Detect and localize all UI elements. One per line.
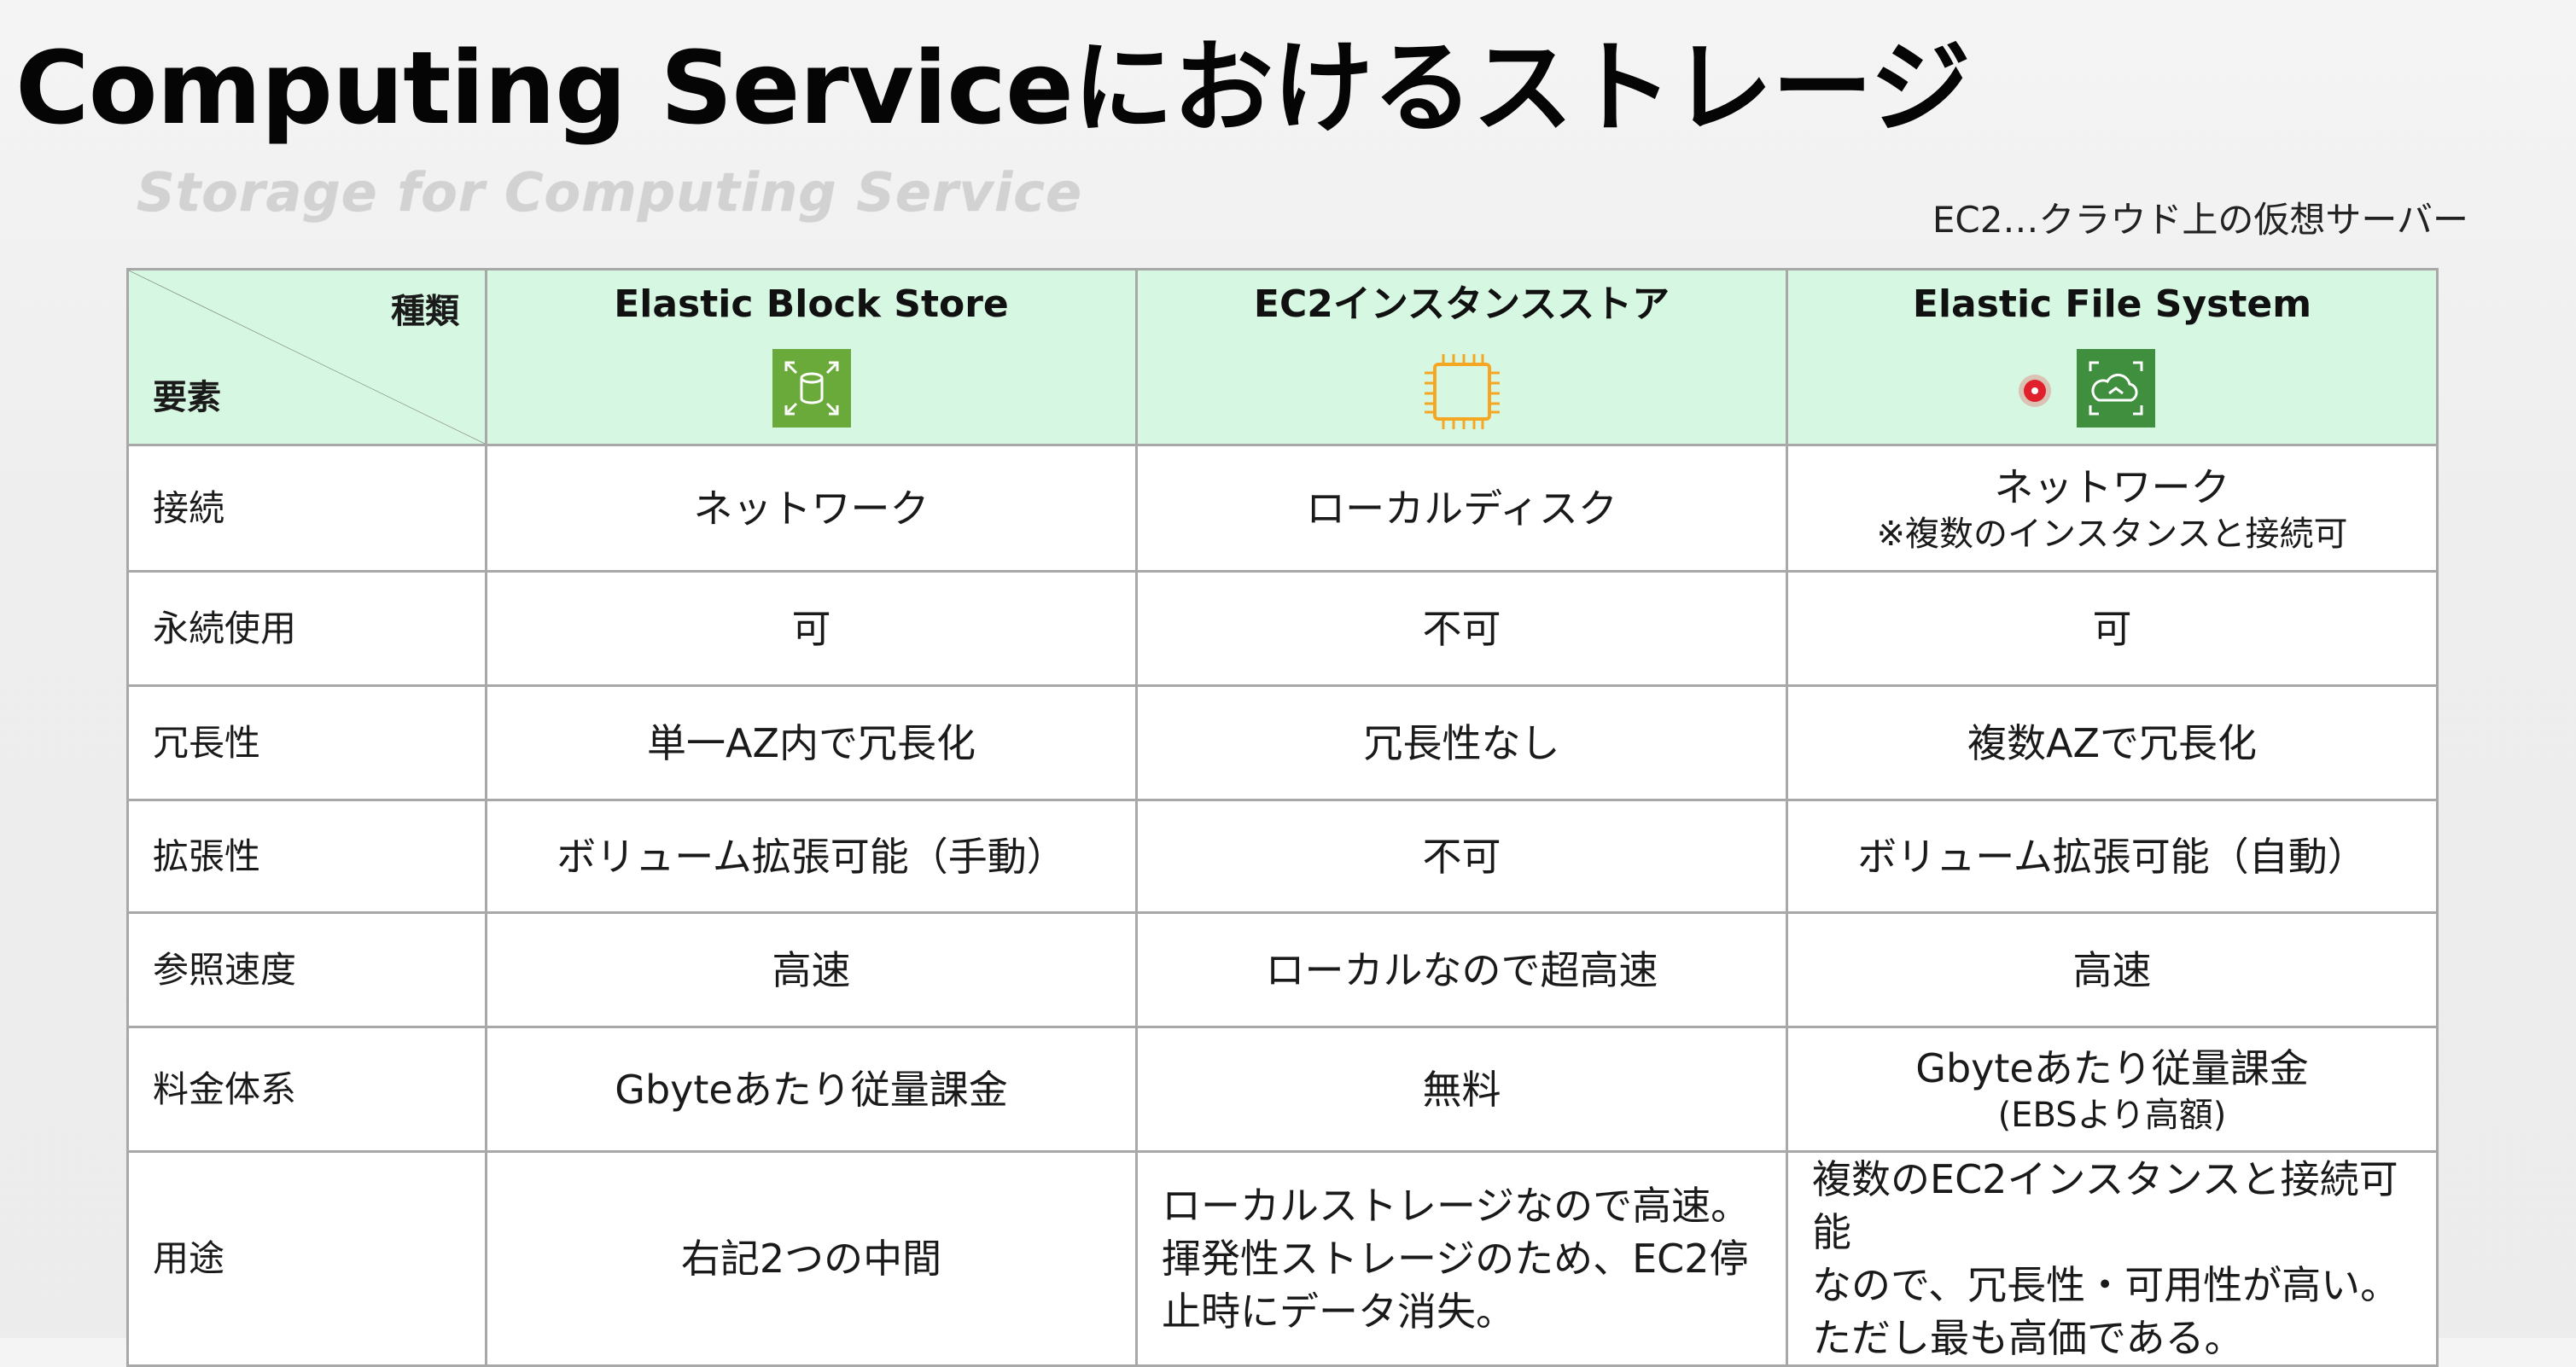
cell-line: ローカルストレージなので高速。 [1162,1183,1751,1229]
table-cell: 複数AZで冗長化 [1786,684,2439,801]
table-cell: 複数のEC2インスタンスと接続可能 なので、冗長性・可用性が高い。 ただし最も高… [1786,1150,2439,1367]
table-cell: ネットワーク ※複数のインスタンスと接続可 [1786,444,2439,573]
table-row: 用途 右記2つの中間 ローカルストレージなので高速。 揮発性ストレージのため、E… [126,1150,2439,1367]
table-row: 拡張性 ボリューム拡張可能（手動） 不可 ボリューム拡張可能（自動） [126,799,2439,914]
table-cell: 不可 [1135,570,1788,687]
efs-cloud-icon [1798,348,2426,434]
column-name: EC2インスタンスストア [1253,282,1670,326]
row-label-scalability: 拡張性 [126,799,487,914]
table-row: 参照速度 高速 ローカルなので超高速 高速 [126,911,2439,1028]
storage-comparison-table: 種類 要素 Elastic Block Store EC2インスタンスストア E… [126,268,2439,1367]
page-title: Computing Serviceにおけるストレージ [15,29,1971,147]
table-cell: Gbyteあたり従量課金 (EBSより高額) [1786,1026,2439,1153]
row-label-pricing: 料金体系 [126,1026,487,1153]
page-subtitle: Storage for Computing Service [137,161,1083,224]
table-row: 永続使用 可 不可 可 [126,570,2439,687]
table-cell: ボリューム拡張可能（手動） [485,799,1138,914]
corner-element-label: 要素 [153,378,221,417]
table-cell: 高速 [1786,911,2439,1028]
cell-sub-text: ※複数のインスタンスと接続可 [1876,514,2348,554]
table-cell: Gbyteあたり従量課金 [485,1026,1138,1153]
row-label-access-speed: 参照速度 [126,911,487,1028]
table-cell: ボリューム拡張可能（自動） [1786,799,2439,914]
table-cell: ローカルストレージなので高速。 揮発性ストレージのため、EC2停 止時にデータ消… [1135,1150,1788,1367]
row-label-persistence: 永続使用 [126,570,487,687]
cell-sub-text: (EBSより高額) [1997,1095,2227,1135]
table-row: 接続 ネットワーク ローカルディスク ネットワーク ※複数のインスタンスと接続可 [126,444,2439,573]
table-cell: ローカルディスク [1135,444,1788,573]
column-header-instance-store: EC2インスタンスストア [1135,268,1788,446]
cell-main-text: Gbyteあたり従量課金 [1915,1044,2309,1091]
column-name: Elastic Block Store [614,282,1009,326]
column-header-efs: Elastic File System [1786,268,2439,446]
table-cell: 不可 [1135,799,1788,914]
corner-type-label: 種類 [391,292,459,331]
cell-main-text: ネットワーク [1994,463,2230,510]
table-header-row: 種類 要素 Elastic Block Store EC2インスタンスストア E… [126,268,2439,446]
row-label-connection: 接続 [126,444,487,573]
row-label-redundancy: 冗長性 [126,684,487,801]
table-cell: 冗長性なし [1135,684,1788,801]
ec2-note: EC2…クラウド上の仮想サーバー [1932,199,2468,241]
table-cell: 可 [1786,570,2439,687]
column-header-ebs: Elastic Block Store [485,268,1138,446]
table-cell: 単一AZ内で冗長化 [485,684,1138,801]
column-name: Elastic File System [1912,282,2312,326]
ec2-chip-icon [1148,349,1775,434]
table-cell: 右記2つの中間 [485,1150,1138,1367]
table-cell: ローカルなので超高速 [1135,911,1788,1028]
table-cell: 無料 [1135,1026,1788,1153]
row-label-use-case: 用途 [126,1150,487,1367]
cell-line: ただし最も高価である。 [1812,1315,2244,1361]
cell-line: 揮発性ストレージのため、EC2停 [1162,1236,1749,1282]
corner-cell: 種類 要素 [126,268,487,446]
ebs-volume-icon [498,348,1125,434]
cell-line: なので、冗長性・可用性が高い。 [1812,1262,2400,1308]
table-cell: 可 [485,570,1138,687]
pointer-cursor-dot [2024,379,2046,402]
cell-line: 止時にデータ消失。 [1162,1288,1515,1335]
table-row: 冗長性 単一AZ内で冗長化 冗長性なし 複数AZで冗長化 [126,684,2439,801]
table-cell: 高速 [485,911,1138,1028]
table-cell: ネットワーク [485,444,1138,573]
table-row: 料金体系 Gbyteあたり従量課金 無料 Gbyteあたり従量課金 (EBSより… [126,1026,2439,1153]
cell-line: 複数のEC2インスタンスと接続可能 [1812,1156,2398,1255]
